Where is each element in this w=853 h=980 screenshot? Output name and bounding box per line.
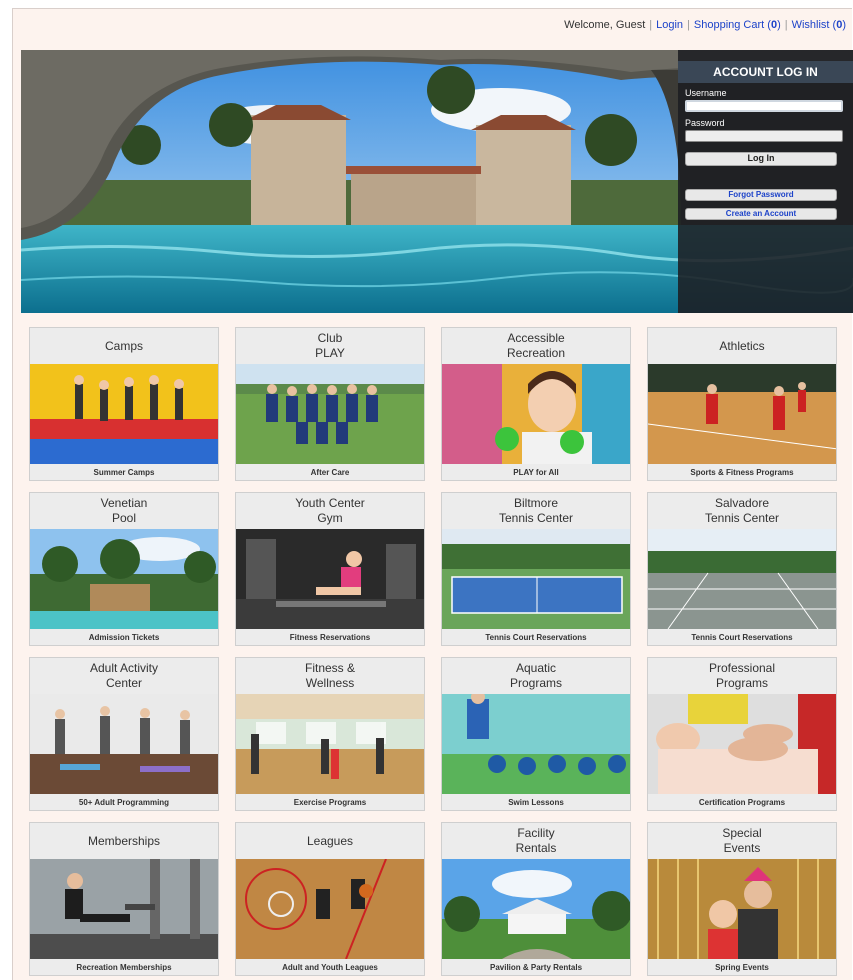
tile-biltmore-tennis-center[interactable]: Biltmore Tennis Center Tennis Court Rese… xyxy=(441,492,631,646)
tile-accessible-recreation[interactable]: Accessible Recreation PLAY for All xyxy=(441,327,631,481)
tile-title: Special Events xyxy=(722,826,762,855)
tile-club-play[interactable]: Club PLAY After Care xyxy=(235,327,425,481)
password-label: Password xyxy=(685,118,725,128)
fitness-wellness-photo xyxy=(236,694,424,794)
tile-title: Leagues xyxy=(306,833,354,848)
adult-activity-photo xyxy=(30,694,218,794)
login-button[interactable]: Log In xyxy=(685,152,837,166)
tile-caption: Spring Events xyxy=(715,963,769,972)
create-account-button[interactable]: Create an Account xyxy=(685,208,837,220)
memberships-photo xyxy=(30,859,218,959)
athletics-photo xyxy=(648,364,836,464)
tile-caption: Fitness Reservations xyxy=(289,633,371,642)
tile-caption: Recreation Memberships xyxy=(76,963,172,972)
tile-title: Professional Programs xyxy=(708,661,776,690)
tile-title: Adult Activity Center xyxy=(89,661,159,690)
tile-youth-center-gym[interactable]: Youth Center Gym Fitness Reservations xyxy=(235,492,425,646)
tile-caption: Admission Tickets xyxy=(88,633,160,642)
hero-banner: ACCOUNT LOG IN Username Password Log In … xyxy=(21,50,853,313)
club-play-photo xyxy=(236,364,424,464)
tile-title: Camps xyxy=(104,338,143,353)
tile-caption: Swim Lessons xyxy=(508,798,564,807)
tile-title: Aquatic Programs xyxy=(509,661,562,690)
tile-title: Accessible Recreation xyxy=(506,331,566,360)
password-input[interactable] xyxy=(685,130,843,142)
tile-caption: Exercise Programs xyxy=(293,798,367,807)
camps-photo xyxy=(30,364,218,464)
tile-facility-rentals[interactable]: Facility Rentals Pavilion & Party Rental… xyxy=(441,822,631,976)
tile-salvadore-tennis-center[interactable]: Salvadore Tennis Center Tennis Court Res… xyxy=(647,492,837,646)
username-input[interactable] xyxy=(685,100,843,112)
top-utility-bar: Welcome, Guest | Login | Shopping Cart (0) | W… xyxy=(564,19,846,31)
tile-title: Salvadore Tennis Center xyxy=(704,496,780,525)
tile-caption: Pavilion & Party Rentals xyxy=(489,963,583,972)
tile-special-events[interactable]: Special Events Spring Events xyxy=(647,822,837,976)
shopping-cart-link[interactable]: Shopping Cart (0) xyxy=(694,19,781,31)
tile-professional-programs[interactable]: Professional Programs Certification Prog… xyxy=(647,657,837,811)
facility-rentals-photo xyxy=(442,859,630,959)
accessible-recreation-photo xyxy=(442,364,630,464)
tile-caption: After Care xyxy=(310,468,350,477)
professional-programs-photo xyxy=(648,694,836,794)
salvadore-tennis-photo xyxy=(648,529,836,629)
tile-caption: PLAY for All xyxy=(513,468,559,477)
tile-fitness-wellness[interactable]: Fitness & Wellness Exercise Programs xyxy=(235,657,425,811)
youth-center-gym-photo xyxy=(236,529,424,629)
forgot-password-button[interactable]: Forgot Password xyxy=(685,189,837,201)
tile-title: Memberships xyxy=(87,833,161,848)
tile-title: Athletics xyxy=(719,338,765,353)
tile-title: Fitness & Wellness xyxy=(304,661,355,690)
tile-caption: Certification Programs xyxy=(698,798,786,807)
tile-title: Biltmore Tennis Center xyxy=(498,496,574,525)
tile-caption: Sports & Fitness Programs xyxy=(690,468,794,477)
username-label: Username xyxy=(685,88,727,98)
tile-caption: Summer Camps xyxy=(93,468,155,477)
page-frame: Welcome, Guest | Login | Shopping Cart (0) | W… xyxy=(12,8,853,980)
tile-memberships[interactable]: Memberships Recreation Memberships xyxy=(29,822,219,976)
login-link[interactable]: Login xyxy=(656,19,683,31)
tile-caption: Tennis Court Reservations xyxy=(691,633,793,642)
tile-adult-activity-center[interactable]: Adult Activity Center 50+ Adult Programm… xyxy=(29,657,219,811)
welcome-text: Welcome, Guest xyxy=(564,19,646,31)
tile-camps[interactable]: Camps Summer Camps xyxy=(29,327,219,481)
special-events-photo xyxy=(648,859,836,959)
tile-venetian-pool[interactable]: Venetian Pool Admission Tickets xyxy=(29,492,219,646)
aquatic-programs-photo xyxy=(442,694,630,794)
account-login-panel: ACCOUNT LOG IN Username Password Log In … xyxy=(678,50,853,313)
leagues-photo xyxy=(236,859,424,959)
tile-caption: 50+ Adult Programming xyxy=(78,798,170,807)
tile-title: Venetian Pool xyxy=(100,496,148,525)
tile-caption: Tennis Court Reservations xyxy=(485,633,587,642)
tile-leagues[interactable]: Leagues Adult and Youth Leagues xyxy=(235,822,425,976)
tile-title: Facility Rentals xyxy=(515,826,557,855)
tile-athletics[interactable]: Athletics Sports & Fitness Programs xyxy=(647,327,837,481)
tile-aquatic-programs[interactable]: Aquatic Programs Swim Lessons xyxy=(441,657,631,811)
biltmore-tennis-photo xyxy=(442,529,630,629)
tile-title: Club PLAY xyxy=(315,331,345,360)
login-panel-title: ACCOUNT LOG IN xyxy=(678,61,853,83)
tile-caption: Adult and Youth Leagues xyxy=(282,963,378,972)
venetian-pool-photo xyxy=(30,529,218,629)
wishlist-link[interactable]: Wishlist (0) xyxy=(792,19,846,31)
tile-title: Youth Center Gym xyxy=(295,496,365,525)
